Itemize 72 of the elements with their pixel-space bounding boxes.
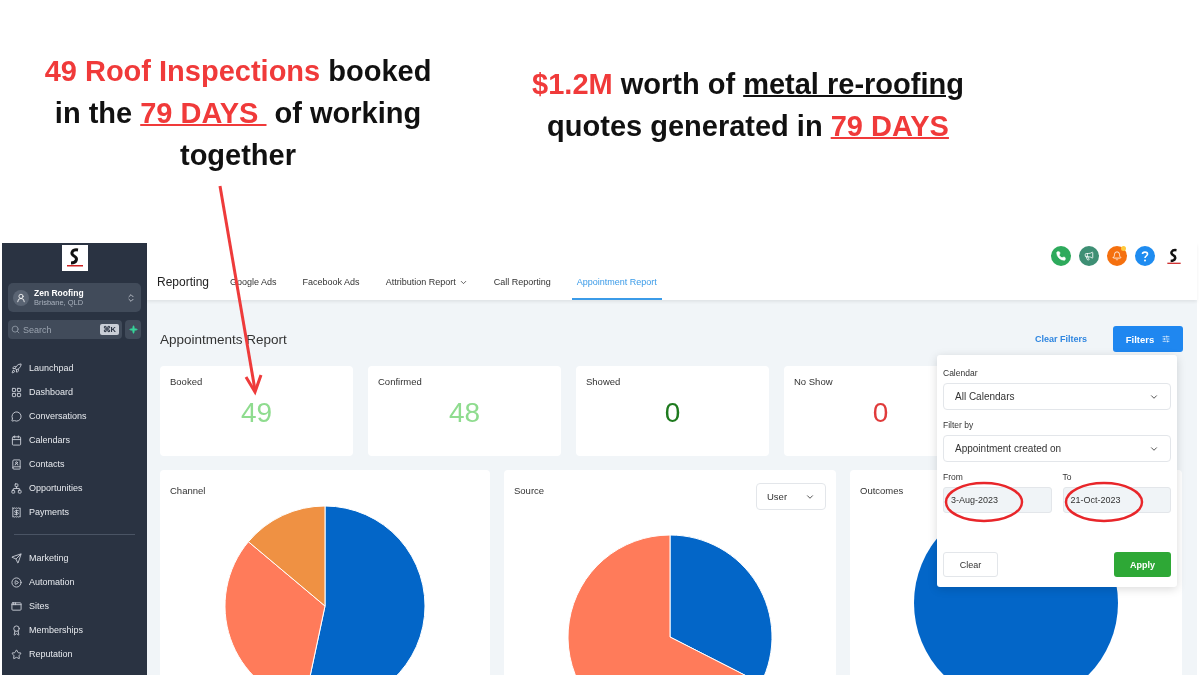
stat-label: Showed [586,376,621,387]
group-by-dropdown[interactable]: User [756,483,826,510]
chart-title: Source [514,485,545,496]
clear-filters-link[interactable]: Clear Filters [1034,334,1087,344]
nav-item[interactable]: Reputation [11,642,138,666]
notification-dot [1121,246,1126,251]
calendar-select[interactable]: All Calendars [943,383,1171,410]
search-placeholder: Search [23,324,52,335]
stat-value: 48 [448,397,481,429]
stat-value: 49 [240,397,273,429]
nav-item[interactable]: Contacts [11,452,138,476]
date-field[interactable]: 3-Aug-2023 [943,487,1052,513]
rocket-icon [11,362,22,374]
field-label: From [943,472,964,482]
ai-button[interactable] [125,320,141,339]
contact-card-icon [11,458,22,470]
field-label: To [1062,472,1073,482]
bell-icon [1112,251,1122,261]
tab[interactable]: Facebook Ads [297,266,365,300]
phone-button[interactable] [1051,246,1071,266]
user-icon [16,292,26,303]
nav-item[interactable]: Marketing [11,546,138,570]
tab[interactable]: Attribution Report [380,266,473,300]
nav-item[interactable]: Automation [11,570,138,594]
calendar-icon [11,434,22,446]
receipt-icon [11,506,22,518]
filter-icon [1162,335,1171,343]
clear-button[interactable]: Clear [943,552,998,577]
phone-icon [1056,251,1066,261]
field-label: Filter by [943,420,975,430]
chart-title: Outcomes [860,485,904,496]
nav-item[interactable]: Dashboard [11,380,138,404]
grid-icon [11,386,22,398]
help-button[interactable] [1135,246,1155,266]
network-icon [11,482,22,494]
nav-item[interactable]: Conversations [11,404,138,428]
paper-plane-icon [11,552,22,564]
logo [61,245,88,271]
star-icon [11,648,22,660]
date-field[interactable]: 21-Oct-2023 [1062,487,1171,513]
headline: 49 Roof Inspections booked in the 79 DAYS of working together [43,54,433,173]
stat-label: Confirmed [378,376,422,387]
page-name: Reporting [157,275,210,289]
stat-value: 0 [872,397,889,429]
browser-window-icon [11,600,22,612]
help-icon [1141,250,1149,262]
filter-by-select[interactable]: Appointment created on [943,435,1171,462]
account-name: Zen Roofing [34,288,85,298]
award-icon [11,624,22,636]
chevron-icon [126,292,136,303]
megaphone-button[interactable] [1079,246,1099,266]
nav-item[interactable]: Payments [11,500,138,524]
megaphone-icon [1084,251,1094,261]
nav-item[interactable]: Calendars [11,428,138,452]
chart-title: Channel [170,485,206,496]
stat-label: Booked [170,376,203,387]
filters-button[interactable]: Filters [1113,326,1183,352]
nav-item[interactable]: Opportunities [11,476,138,500]
play-circle-icon [11,576,22,588]
headline: $1.2M worth of metal re-roofing quotes generated in 79 DAYS [531,67,965,144]
tab[interactable]: Call Reporting [488,266,556,300]
search-icon [11,325,20,334]
nav-item[interactable]: Launchpad [11,356,138,380]
stat-value: 0 [664,397,681,429]
chat-bubble-icon [11,410,22,422]
page-title: Appointments Report [160,331,287,347]
nav-item[interactable]: Memberships [11,618,138,642]
sparkle-icon [128,325,138,334]
nav-item[interactable]: Sites [11,594,138,618]
bell-button[interactable] [1107,246,1127,266]
stat-label: No Show [794,376,833,387]
field-label: Calendar [943,368,979,378]
